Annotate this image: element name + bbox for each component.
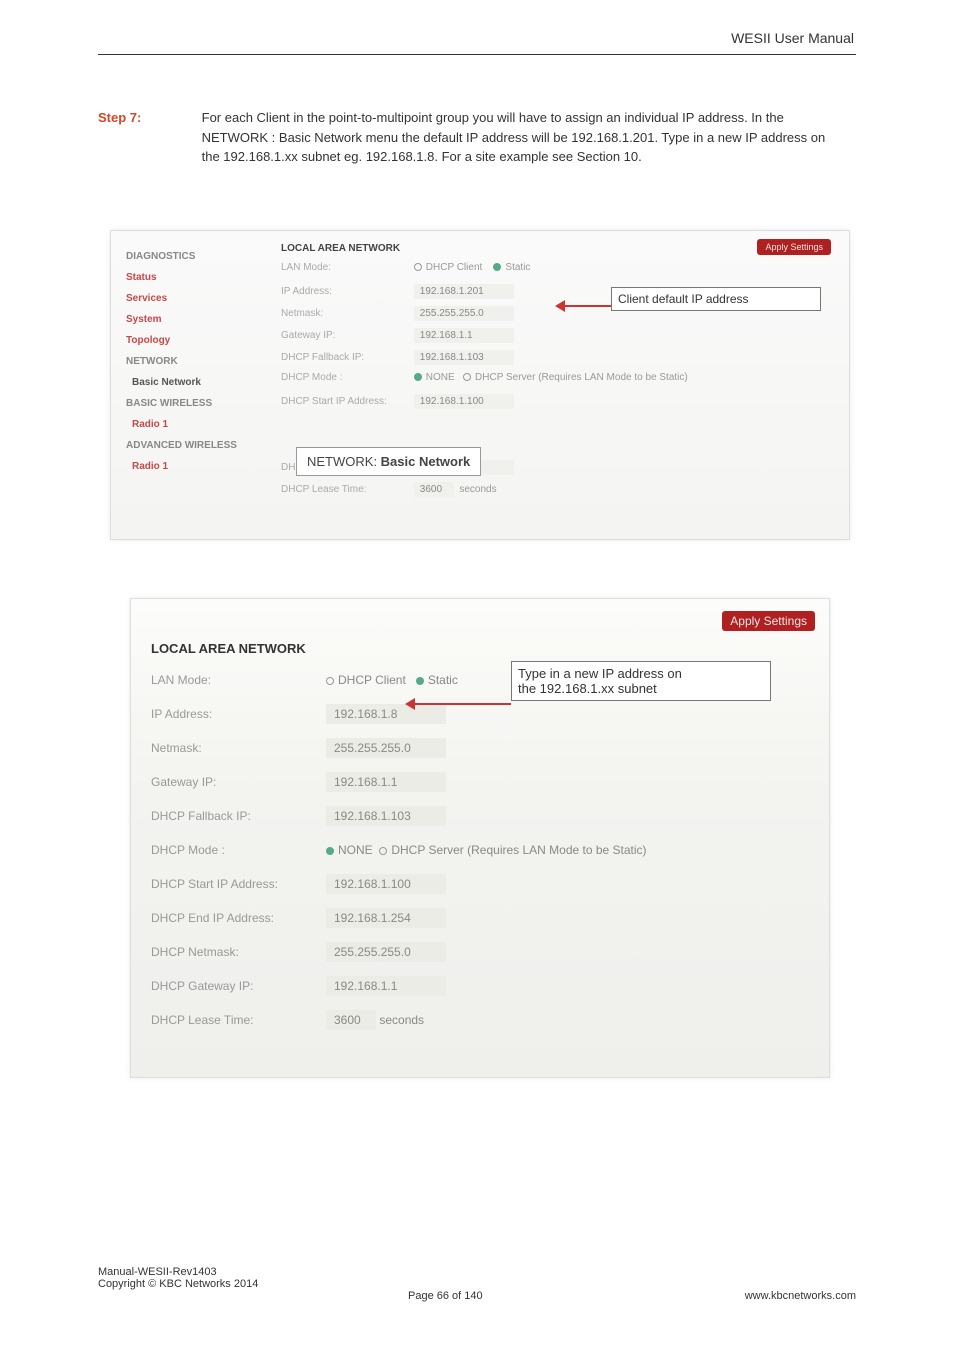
- header-title: WESII User Manual: [731, 30, 854, 46]
- gateway-label: Gateway IP:: [151, 775, 326, 789]
- arrow-head-icon: [405, 698, 415, 710]
- end-label: DHCP End IP Address:: [151, 911, 326, 925]
- lease-unit: seconds: [379, 1013, 424, 1027]
- lan-mode-label: LAN Mode:: [281, 262, 411, 273]
- s2-form: LAN Mode: DHCP Client Static IP Address:…: [151, 663, 811, 1037]
- callout-new-ip: Type in a new IP address on the 192.168.…: [511, 661, 771, 701]
- lan-mode-dhcp-text: DHCP Client: [426, 262, 483, 273]
- callout-network: NETWORK: Basic Network: [296, 447, 481, 476]
- ip-input[interactable]: 192.168.1.201: [414, 284, 514, 299]
- start-input[interactable]: 192.168.1.100: [414, 394, 514, 409]
- gateway-input[interactable]: 192.168.1.1: [414, 328, 514, 343]
- lan-mode-dhcp[interactable]: DHCP Client: [414, 262, 483, 273]
- nav-network[interactable]: NETWORK: [126, 356, 266, 367]
- start-label: DHCP Start IP Address:: [151, 877, 326, 891]
- footer-line2: Copyright © KBC Networks 2014: [98, 1278, 856, 1290]
- end-input[interactable]: 192.168.1.254: [326, 908, 446, 928]
- footer-page: Page 66 of 140: [408, 1290, 483, 1302]
- nav-basic-wireless[interactable]: BASIC WIRELESS: [126, 398, 266, 409]
- dhcp-netmask-label: DHCP Netmask:: [151, 945, 326, 959]
- dhcp-mode-none-text: NONE: [426, 372, 455, 383]
- nav-advanced-wireless[interactable]: ADVANCED WIRELESS: [126, 440, 266, 451]
- dhcp-mode-label: DHCP Mode :: [151, 843, 326, 857]
- step-label: Step 7:: [98, 108, 198, 128]
- ip-label: IP Address:: [281, 286, 411, 297]
- netmask-label: Netmask:: [281, 308, 411, 319]
- dhcp-mode-none-text: NONE: [338, 843, 373, 857]
- gateway-label: Gateway IP:: [281, 330, 411, 341]
- callout-network-prefix: NETWORK:: [307, 454, 381, 469]
- s2-heading: LOCAL AREA NETWORK: [151, 641, 306, 656]
- screenshot-2: Apply Settings LOCAL AREA NETWORK LAN Mo…: [130, 598, 830, 1078]
- start-label: DHCP Start IP Address:: [281, 396, 411, 407]
- start-input[interactable]: 192.168.1.100: [326, 874, 446, 894]
- footer-line1: Manual-WESII-Rev1403: [98, 1266, 856, 1278]
- callout-network-bold: Basic Network: [381, 454, 471, 469]
- callout-line2: the 192.168.1.xx subnet: [518, 681, 657, 696]
- dhcp-mode-server-text: DHCP Server (Requires LAN Mode to be Sta…: [391, 843, 646, 857]
- dhcp-gw-input[interactable]: 192.168.1.1: [326, 976, 446, 996]
- lan-mode-label: LAN Mode:: [151, 673, 326, 687]
- dhcp-netmask-input[interactable]: 255.255.255.0: [326, 942, 446, 962]
- dhcp-mode-server-text: DHCP Server (Requires LAN Mode to be Sta…: [475, 372, 688, 383]
- footer: Manual-WESII-Rev1403 Copyright © KBC Net…: [98, 1266, 856, 1290]
- s1-heading: LOCAL AREA NETWORK: [281, 243, 831, 254]
- netmask-label: Netmask:: [151, 741, 326, 755]
- dhcp-mode-none[interactable]: NONE: [326, 843, 373, 857]
- netmask-input[interactable]: 255.255.255.0: [414, 306, 514, 321]
- arrow-head-icon: [555, 300, 565, 312]
- sidebar: DIAGNOSTICS Status Services System Topol…: [126, 241, 266, 482]
- nav-status[interactable]: Status: [126, 272, 266, 283]
- nav-system[interactable]: System: [126, 314, 266, 325]
- lease-unit: seconds: [459, 484, 496, 495]
- fallback-label: DHCP Fallback IP:: [281, 352, 411, 363]
- lan-mode-static[interactable]: Static: [493, 262, 530, 273]
- apply-button[interactable]: Apply Settings: [722, 611, 815, 631]
- fallback-input[interactable]: 192.168.1.103: [414, 350, 514, 365]
- dhcp-mode-none[interactable]: NONE: [414, 372, 455, 383]
- lease-input[interactable]: 3600: [326, 1010, 376, 1030]
- nav-basic-network[interactable]: Basic Network: [132, 377, 266, 388]
- dhcp-mode-label: DHCP Mode :: [281, 372, 411, 383]
- dhcp-mode-server[interactable]: DHCP Server (Requires LAN Mode to be Sta…: [379, 843, 646, 857]
- netmask-input[interactable]: 255.255.255.0: [326, 738, 446, 758]
- dhcp-mode-server[interactable]: DHCP Server (Requires LAN Mode to be Sta…: [463, 372, 688, 383]
- step-block: Step 7: For each Client in the point-to-…: [98, 108, 856, 167]
- fallback-label: DHCP Fallback IP:: [151, 809, 326, 823]
- nav-services[interactable]: Services: [126, 293, 266, 304]
- ip-input[interactable]: 192.168.1.8: [326, 704, 446, 724]
- callout-default-ip: Client default IP address: [611, 287, 821, 311]
- dhcp-gw-label: DHCP Gateway IP:: [151, 979, 326, 993]
- gateway-input[interactable]: 192.168.1.1: [326, 772, 446, 792]
- lease-input[interactable]: 3600: [414, 482, 454, 497]
- nav-radio1a[interactable]: Radio 1: [132, 419, 266, 430]
- lease-label: DHCP Lease Time:: [151, 1013, 326, 1027]
- lan-mode-dhcp[interactable]: DHCP Client: [326, 673, 406, 687]
- arrow-line-icon: [411, 703, 511, 705]
- lan-mode-dhcp-text: DHCP Client: [338, 673, 406, 687]
- lease-label: DHCP Lease Time:: [281, 484, 411, 495]
- callout-line1: Type in a new IP address on: [518, 666, 682, 681]
- nav-diagnostics[interactable]: DIAGNOSTICS: [126, 251, 266, 262]
- ip-label: IP Address:: [151, 707, 326, 721]
- fallback-input[interactable]: 192.168.1.103: [326, 806, 446, 826]
- nav-radio1b[interactable]: Radio 1: [132, 461, 266, 472]
- nav-topology[interactable]: Topology: [126, 335, 266, 346]
- screenshot-1: Apply Settings DIAGNOSTICS Status Servic…: [110, 230, 850, 540]
- header-rule: [98, 54, 856, 55]
- lan-mode-static-text: Static: [505, 262, 530, 273]
- footer-url: www.kbcnetworks.com: [745, 1290, 856, 1302]
- step-text: For each Client in the point-to-multipoi…: [202, 108, 842, 167]
- lan-mode-static-text: Static: [428, 673, 458, 687]
- lan-mode-static[interactable]: Static: [416, 673, 458, 687]
